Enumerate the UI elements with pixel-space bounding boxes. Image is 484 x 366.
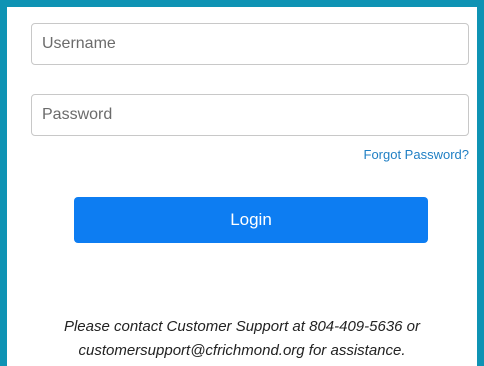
username-input[interactable] [31, 23, 469, 65]
forgot-password-link[interactable]: Forgot Password? [364, 147, 470, 162]
password-input[interactable] [31, 94, 469, 136]
support-message-line-2: customersupport@cfrichmond.org for assis… [78, 342, 406, 359]
support-message: Please contact Customer Support at 804-4… [7, 315, 477, 363]
login-button[interactable]: Login [74, 197, 428, 243]
login-panel: Forgot Password? Login Please contact Cu… [0, 0, 484, 366]
support-message-line-1: Please contact Customer Support at 804-4… [63, 318, 421, 335]
